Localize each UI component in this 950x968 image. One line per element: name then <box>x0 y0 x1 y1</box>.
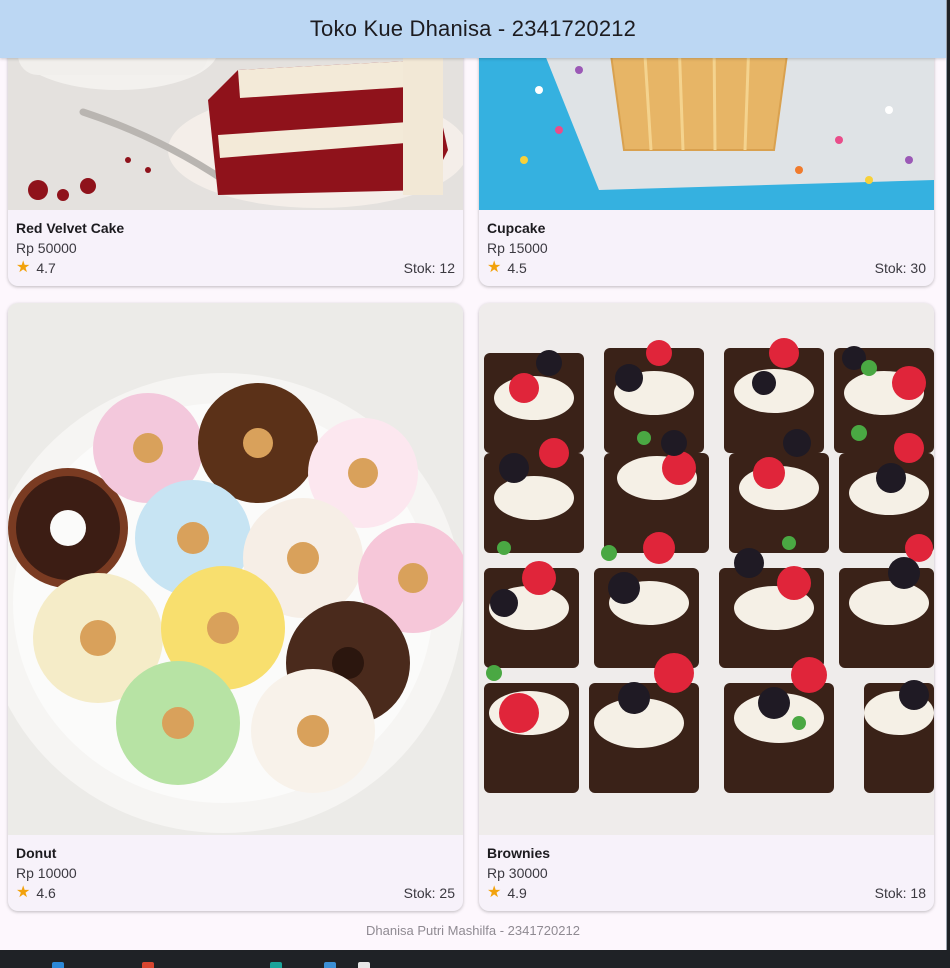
rating-value: 4.6 <box>36 885 56 901</box>
product-price: Rp 50000 <box>16 240 77 256</box>
product-name: Red Velvet Cake <box>16 220 125 236</box>
brownies-image <box>479 303 934 835</box>
product-name: Brownies <box>487 845 551 861</box>
taskbar-browser-icon[interactable] <box>142 962 154 968</box>
taskbar-app-icon[interactable] <box>324 962 336 968</box>
product-stock: Stok: 30 <box>874 260 926 276</box>
product-rating: ★ 4.9 <box>487 884 527 902</box>
rating-value: 4.7 <box>36 260 56 276</box>
rating-value: 4.5 <box>507 260 527 276</box>
product-name: Cupcake <box>487 220 546 236</box>
taskbar-app-icon[interactable] <box>52 962 64 968</box>
product-rating: ★ 4.7 <box>16 259 56 277</box>
product-stock: Stok: 12 <box>403 260 455 276</box>
star-icon: ★ <box>487 259 502 276</box>
donut-image <box>8 303 463 835</box>
product-stock: Stok: 18 <box>874 885 926 901</box>
product-info: Brownies Rp 30000 ★ 4.9 Stok: 18 <box>479 835 934 911</box>
product-price: Rp 10000 <box>16 865 77 881</box>
product-info: Red Velvet Cake Rp 50000 ★ 4.7 Stok: 12 <box>8 210 463 286</box>
product-rating: ★ 4.5 <box>487 259 527 277</box>
star-icon: ★ <box>16 884 31 901</box>
product-info: Donut Rp 10000 ★ 4.6 Stok: 25 <box>8 835 463 911</box>
app-window: Toko Kue Dhanisa - 2341720212 Red Velvet… <box>0 0 947 951</box>
product-card-brownies[interactable]: Brownies Rp 30000 ★ 4.9 Stok: 18 <box>479 303 934 911</box>
star-icon: ★ <box>487 884 502 901</box>
taskbar-app-icon[interactable] <box>358 962 370 968</box>
product-price: Rp 30000 <box>487 865 548 881</box>
product-rating: ★ 4.6 <box>16 884 56 902</box>
footer-text: Dhanisa Putri Mashilfa - 2341720212 <box>366 922 580 938</box>
product-card-donut[interactable]: Donut Rp 10000 ★ 4.6 Stok: 25 <box>8 303 463 911</box>
app-bar: Toko Kue Dhanisa - 2341720212 <box>0 0 946 58</box>
app-title: Toko Kue Dhanisa - 2341720212 <box>309 16 637 41</box>
product-name: Donut <box>16 845 57 861</box>
product-info: Cupcake Rp 15000 ★ 4.5 Stok: 30 <box>479 210 934 286</box>
product-price: Rp 15000 <box>487 240 548 256</box>
rating-value: 4.9 <box>507 885 527 901</box>
product-grid[interactable]: Red Velvet Cake Rp 50000 ★ 4.7 Stok: 12 <box>0 0 946 911</box>
product-stock: Stok: 25 <box>403 885 455 901</box>
os-taskbar <box>0 950 950 968</box>
star-icon: ★ <box>16 259 31 276</box>
footer: Dhanisa Putri Mashilfa - 2341720212 <box>0 910 946 950</box>
taskbar-app-icon[interactable] <box>270 962 282 968</box>
